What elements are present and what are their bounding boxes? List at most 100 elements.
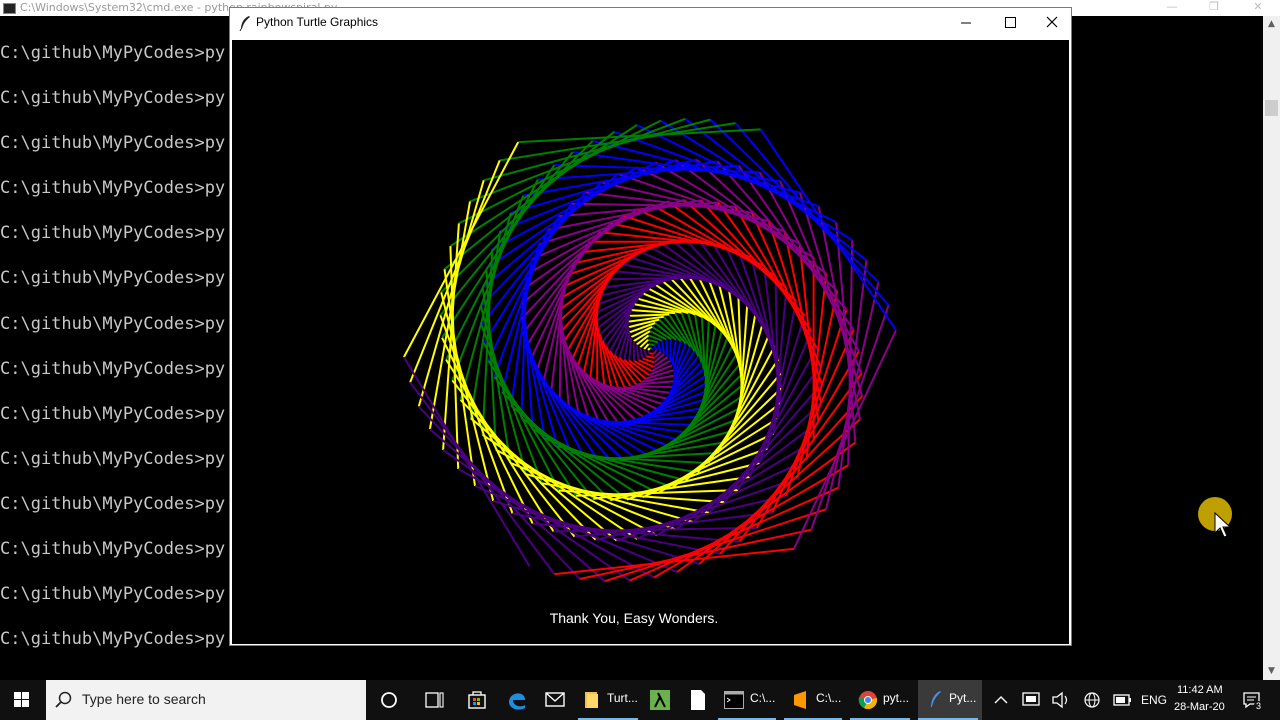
taskbar-app-python-turtle[interactable]: Pyt... bbox=[918, 680, 982, 720]
scroll-up-icon[interactable]: ▲ bbox=[1263, 16, 1280, 33]
lambda-app-icon[interactable] bbox=[640, 680, 680, 720]
mouse-pointer-icon bbox=[1214, 512, 1232, 538]
minimize-icon[interactable] bbox=[944, 8, 988, 38]
chevron-up-icon[interactable] bbox=[990, 680, 1012, 720]
feather-icon bbox=[239, 16, 250, 31]
taskbar-app-label: Turt... bbox=[607, 691, 638, 705]
taskbar-app-cmd-1[interactable]: C:\... bbox=[718, 680, 780, 720]
clock-date: 28-Mar-20 bbox=[1174, 701, 1225, 713]
console-maximize-icon[interactable]: ❐ bbox=[1194, 0, 1234, 16]
spiral-stroke bbox=[639, 347, 644, 359]
spiral-stroke bbox=[635, 344, 640, 361]
terminal-icon bbox=[724, 691, 744, 709]
language-indicator[interactable]: ENG bbox=[1141, 693, 1167, 707]
taskbar-search-box[interactable]: Type here to search bbox=[46, 680, 366, 720]
store-icon[interactable] bbox=[457, 680, 497, 720]
spiral-stroke bbox=[629, 313, 670, 317]
spiral-stroke bbox=[805, 273, 828, 461]
spiral-stroke bbox=[734, 122, 890, 307]
thank-you-caption: Thank You, Easy Wonders. bbox=[549, 610, 719, 626]
console-minimize-icon[interactable]: — bbox=[1152, 0, 1192, 16]
spiral-stroke bbox=[665, 339, 669, 358]
spiral-stroke bbox=[483, 118, 711, 182]
spiral-stroke bbox=[709, 118, 880, 283]
task-view-icon[interactable] bbox=[414, 680, 454, 720]
console-line: C:\github\MyPyCodes>py bbox=[0, 493, 226, 514]
spiral-stroke bbox=[613, 354, 638, 386]
scroll-down-icon[interactable]: ▼ bbox=[1263, 663, 1280, 680]
console-scrollbar[interactable]: ▲ ▼ bbox=[1263, 16, 1280, 680]
console-output: C:\github\MyPyCodes>py C:\github\MyPyCode… bbox=[0, 40, 225, 671]
cortana-icon[interactable] bbox=[369, 680, 409, 720]
spiral-stroke bbox=[445, 359, 555, 532]
spiral-stroke bbox=[628, 336, 633, 361]
spiral-stroke bbox=[643, 348, 648, 357]
chrome-icon bbox=[858, 691, 878, 710]
spiral-stroke bbox=[617, 415, 697, 424]
taskbar-app-sublime[interactable]: C:\... bbox=[784, 680, 846, 720]
rainbow-spiral-drawing bbox=[403, 117, 897, 583]
spiral-stroke bbox=[650, 347, 654, 350]
spiral-stroke bbox=[630, 385, 673, 388]
console-line: C:\github\MyPyCodes>py bbox=[0, 358, 226, 379]
spiral-stroke bbox=[647, 338, 659, 344]
edge-icon[interactable] bbox=[497, 680, 537, 720]
console-app-icon bbox=[3, 3, 16, 14]
turtle-window-title: Python Turtle Graphics bbox=[256, 15, 379, 29]
console-line: C:\github\MyPyCodes>py bbox=[0, 178, 226, 199]
taskbar-app-file-explorer[interactable]: Turt... bbox=[578, 680, 642, 720]
console-line: C:\github\MyPyCodes>py bbox=[0, 629, 226, 650]
sublime-icon bbox=[794, 691, 806, 709]
taskbar-app-label: pyt... bbox=[883, 691, 910, 705]
spiral-stroke bbox=[669, 339, 672, 361]
scroll-thumb[interactable] bbox=[1265, 100, 1278, 116]
console-line: C:\github\MyPyCodes>py bbox=[0, 268, 226, 289]
turtle-canvas: Thank You, Easy Wonders. bbox=[232, 40, 1069, 644]
volume-icon[interactable] bbox=[1049, 680, 1073, 720]
console-line: C:\github\MyPyCodes>py bbox=[0, 539, 226, 560]
spiral-stroke bbox=[647, 349, 651, 354]
spiral-stroke bbox=[660, 340, 666, 355]
spiral-stroke bbox=[643, 343, 650, 350]
console-line: C:\github\MyPyCodes>py bbox=[0, 133, 226, 154]
battery-icon[interactable] bbox=[1110, 680, 1134, 720]
display-icon[interactable] bbox=[1019, 680, 1043, 720]
taskbar-app-label: Pyt... bbox=[949, 691, 977, 705]
action-center-button[interactable]: 3 bbox=[1238, 680, 1268, 720]
maximize-icon[interactable] bbox=[988, 8, 1032, 38]
console-line: C:\github\MyPyCodes>py bbox=[0, 403, 226, 424]
spiral-stroke bbox=[653, 344, 658, 351]
notification-count-badge: 3 bbox=[1254, 701, 1264, 711]
console-line: C:\github\MyPyCodes>py bbox=[0, 43, 226, 63]
network-globe-icon[interactable] bbox=[1080, 680, 1104, 720]
taskbar-app-label: C:\... bbox=[750, 691, 776, 705]
turtle-window: Python Turtle Graphics Thank You, Easy W… bbox=[229, 7, 1072, 646]
console-line: C:\github\MyPyCodes>py bbox=[0, 223, 226, 244]
spiral-stroke bbox=[417, 180, 485, 407]
clock-time: 11:42 AM bbox=[1177, 684, 1223, 696]
console-line: C:\github\MyPyCodes>py bbox=[0, 88, 226, 109]
spiral-stroke bbox=[646, 355, 655, 359]
spiral-stroke bbox=[648, 343, 655, 346]
taskbar-app-label: C:\... bbox=[816, 691, 842, 705]
console-line: C:\github\MyPyCodes>py bbox=[0, 584, 226, 605]
mail-icon[interactable] bbox=[535, 680, 575, 720]
windows-start-icon[interactable] bbox=[0, 680, 44, 720]
spiral-stroke bbox=[409, 381, 556, 575]
spiral-stroke bbox=[418, 405, 581, 580]
spiral-stroke bbox=[652, 349, 658, 355]
search-placeholder: Type here to search bbox=[82, 691, 206, 707]
console-close-icon[interactable]: ✕ bbox=[1238, 0, 1278, 16]
clock[interactable]: 11:42 AM 28-Mar-20 bbox=[1172, 682, 1228, 718]
feather-icon bbox=[931, 691, 941, 707]
spiral-stroke bbox=[649, 352, 654, 355]
search-icon bbox=[55, 691, 72, 708]
taskbar-app-chrome[interactable]: pyt... bbox=[850, 680, 914, 720]
spiral-strokes bbox=[403, 117, 897, 583]
taskbar: Type here to search Turt... C:\... C:\..… bbox=[0, 680, 1280, 720]
spiral-stroke bbox=[608, 276, 690, 281]
close-icon[interactable] bbox=[1030, 8, 1074, 38]
document-icon[interactable] bbox=[678, 680, 718, 720]
turtle-titlebar[interactable]: Python Turtle Graphics bbox=[230, 8, 1071, 39]
folder-icon bbox=[585, 692, 598, 708]
